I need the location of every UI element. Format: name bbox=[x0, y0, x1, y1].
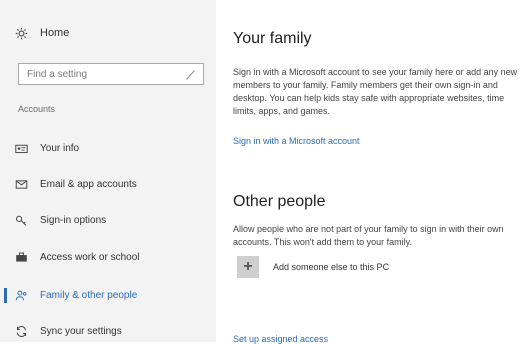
add-someone-button[interactable]: + Add someone else to this PC bbox=[237, 256, 389, 278]
search-input[interactable]: Find a setting bbox=[18, 63, 204, 85]
assigned-access-link[interactable]: Set up assigned access bbox=[233, 334, 328, 344]
briefcase-icon bbox=[14, 250, 28, 264]
main-content: Your family Sign in with a Microsoft acc… bbox=[233, 0, 530, 344]
sidebar-item-your-info[interactable]: Your info bbox=[14, 138, 204, 158]
sidebar-item-label: Email & app accounts bbox=[40, 178, 137, 190]
add-someone-label: Add someone else to this PC bbox=[273, 262, 390, 272]
search-placeholder: Find a setting bbox=[27, 68, 88, 80]
mail-icon bbox=[14, 177, 28, 191]
sidebar-item-label: Sync your settings bbox=[40, 325, 122, 337]
other-people-heading: Other people bbox=[233, 193, 326, 210]
sign-in-microsoft-link[interactable]: Sign in with a Microsoft account bbox=[233, 136, 360, 146]
sidebar-item-label: Access work or school bbox=[40, 251, 140, 263]
sidebar-item-label: Sign-in options bbox=[40, 214, 107, 226]
sync-icon bbox=[14, 324, 28, 338]
sidebar-item-sync-settings[interactable]: Sync your settings bbox=[14, 321, 204, 341]
home-nav-item[interactable]: Home bbox=[14, 24, 69, 42]
search-icon[interactable] bbox=[183, 67, 197, 81]
person-card-icon bbox=[14, 141, 28, 155]
home-label: Home bbox=[40, 27, 70, 39]
your-family-description: Sign in with a Microsoft account to see … bbox=[233, 67, 518, 116]
section-label-accounts: Accounts bbox=[18, 104, 56, 114]
plus-icon: + bbox=[237, 256, 259, 278]
sidebar-item-access-work-school[interactable]: Access work or school bbox=[14, 247, 204, 267]
your-family-heading: Your family bbox=[233, 30, 312, 47]
sidebar-item-sign-in-options[interactable]: Sign-in options bbox=[14, 210, 204, 230]
sidebar-item-email-app-accounts[interactable]: Email & app accounts bbox=[14, 174, 204, 194]
sidebar-item-label: Your info bbox=[40, 142, 80, 154]
other-people-description: Allow people who are not part of your fa… bbox=[233, 224, 504, 247]
sidebar-item-family-other-people[interactable]: Family & other people bbox=[4, 285, 204, 305]
people-icon bbox=[14, 288, 28, 302]
sidebar-item-label: Family & other people bbox=[40, 289, 138, 301]
sidebar: Home Find a setting Accounts Your info E… bbox=[0, 0, 216, 342]
gear-icon bbox=[14, 26, 28, 40]
key-icon bbox=[14, 213, 28, 227]
